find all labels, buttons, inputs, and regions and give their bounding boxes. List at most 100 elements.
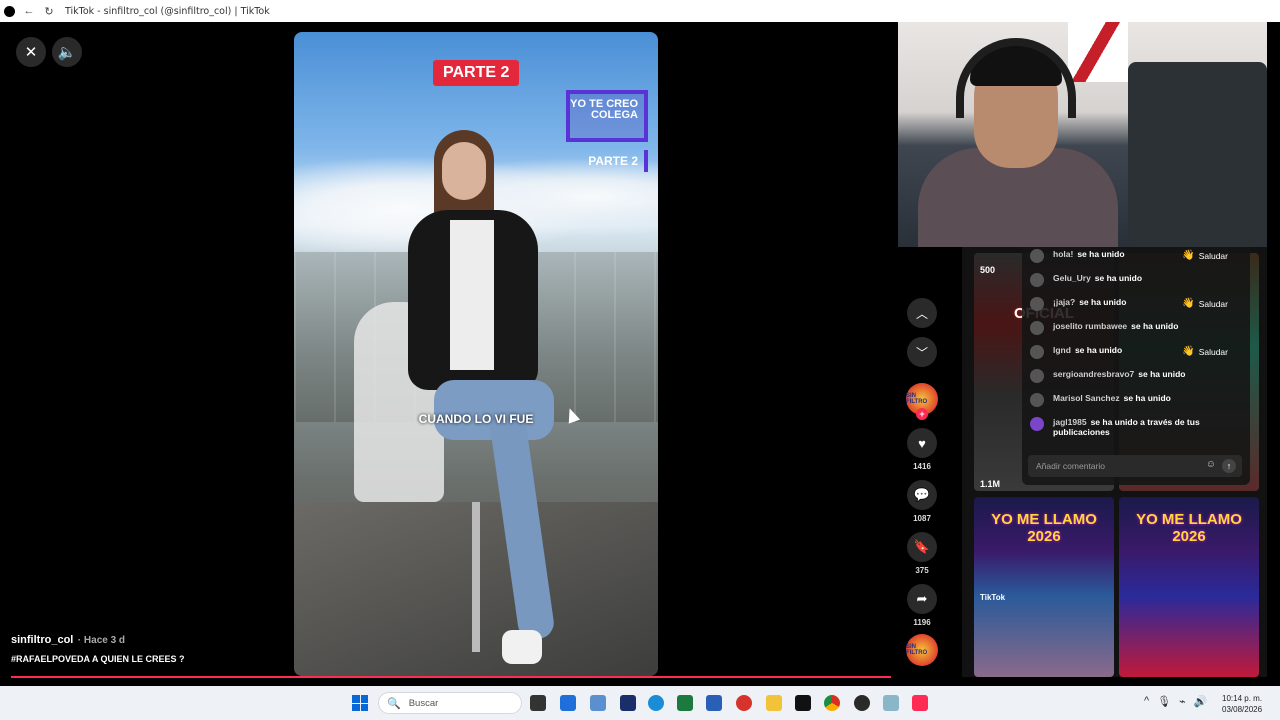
related-video-thumb[interactable]: YO ME LLAMO 2026 TikTok bbox=[974, 497, 1114, 677]
wave-icon: 👋 bbox=[1182, 250, 1195, 261]
bookmark-icon[interactable]: 🔖 bbox=[907, 532, 937, 562]
share-icon[interactable]: ➦ bbox=[907, 584, 937, 614]
thumb-views: 1.1M bbox=[980, 479, 1001, 489]
comment-action[interactable]: 💬 1087 bbox=[902, 480, 942, 523]
acrobat-icon[interactable] bbox=[736, 695, 752, 711]
wave-icon: 👋 bbox=[1182, 346, 1195, 357]
video-caption: CUANDO LO VI FUE bbox=[418, 412, 534, 426]
video-progress-bar[interactable] bbox=[11, 676, 891, 678]
microphone-icon[interactable]: 🎙 bbox=[1157, 695, 1171, 708]
clock-time: 10:14 p. m. bbox=[1222, 694, 1263, 703]
windows-taskbar: 🔍 Buscar ^ 🎙 ⌁ 🔊 10:14 p. m. 03/08/2026 bbox=[0, 686, 1280, 720]
sound-disc-avatar[interactable]: SIN FILTRO bbox=[906, 634, 938, 666]
chat-entry: joselito rumbawee se ha unido bbox=[1030, 321, 1178, 335]
user-avatar bbox=[1030, 417, 1044, 431]
chat-entry: sergioandresbravo7 se ha unido bbox=[1030, 369, 1186, 383]
comment-icon[interactable]: 💬 bbox=[907, 480, 937, 510]
folder-icon[interactable] bbox=[766, 695, 782, 711]
clock-date: 03/08/2026 bbox=[1222, 705, 1263, 714]
save-action[interactable]: 🔖 375 bbox=[902, 532, 942, 575]
video-description[interactable]: #RAFAELPOVEDA A QUIEN LE CREES ? bbox=[11, 654, 311, 664]
creator-avatar[interactable]: SIN FILTRO + bbox=[906, 383, 938, 420]
tiktok-live-icon[interactable] bbox=[912, 695, 928, 711]
comment-input[interactable]: Añadir comentario ☺ ↑ bbox=[1028, 455, 1242, 477]
user-avatar bbox=[1030, 393, 1044, 407]
greet-button[interactable]: 👋 Saludar bbox=[1182, 250, 1228, 261]
info-app-icon[interactable] bbox=[620, 695, 636, 711]
tiktok-app-icon[interactable] bbox=[795, 695, 811, 711]
taskbar-clock[interactable]: 10:14 p. m. 03/08/2026 bbox=[1222, 693, 1262, 715]
background-sofa bbox=[1128, 62, 1267, 247]
greet-button[interactable]: 👋 Saludar bbox=[1182, 298, 1228, 309]
author-username[interactable]: sinfiltro_col bbox=[11, 634, 73, 646]
browser-titlebar: ← ↻ TikTok - sinfiltro_col (@sinfiltro_c… bbox=[0, 0, 1280, 22]
chat-entry: lgnd se ha unido bbox=[1030, 345, 1122, 359]
headset-icon bbox=[956, 38, 1076, 118]
video-meta: sinfiltro_col · Hace 3 d #RAFAELPOVEDA A… bbox=[11, 630, 185, 664]
overlay-parte-small: PARTE 2 bbox=[576, 150, 648, 172]
next-video-button[interactable]: ﹀ bbox=[907, 337, 937, 367]
avatar-logo: SIN FILTRO bbox=[906, 393, 928, 405]
user-avatar bbox=[1030, 273, 1044, 287]
user-avatar bbox=[1030, 345, 1044, 359]
volume-icon: 🔈 bbox=[57, 44, 77, 61]
chat-entry: ¡jaja? se ha unido bbox=[1030, 297, 1126, 311]
search-icon: 🔍 bbox=[387, 697, 401, 710]
thumb-views: 500 bbox=[980, 265, 996, 275]
comment-count: 1087 bbox=[913, 514, 931, 523]
mute-button[interactable]: 🔈 bbox=[52, 37, 82, 67]
wall-poster bbox=[1068, 22, 1128, 82]
tiktok-favicon-icon bbox=[4, 5, 15, 17]
chevron-up-icon[interactable]: ^ bbox=[1144, 695, 1149, 708]
photos-icon[interactable] bbox=[590, 695, 606, 711]
user-avatar bbox=[1030, 249, 1044, 263]
excel-icon[interactable] bbox=[677, 695, 693, 711]
chrome-icon[interactable] bbox=[824, 695, 840, 711]
share-count: 1196 bbox=[913, 618, 931, 627]
video-player[interactable]: PARTE 2 YO TE CREO COLEGA PARTE 2 CUANDO… bbox=[294, 32, 658, 676]
save-count: 375 bbox=[915, 566, 929, 575]
sound-disc-logo: SIN FILTRO bbox=[906, 644, 928, 656]
app-icon[interactable] bbox=[883, 695, 899, 711]
share-action[interactable]: ➦ 1196 bbox=[902, 584, 942, 627]
webcam-overlay bbox=[898, 22, 1267, 247]
reload-icon[interactable]: ↻ bbox=[39, 0, 59, 22]
windows-start-icon[interactable] bbox=[352, 695, 368, 711]
thumb-banner: YO ME LLAMO 2026 bbox=[1136, 511, 1242, 545]
chat-entry: Marisol Sanchez se ha unido bbox=[1030, 393, 1171, 407]
send-icon[interactable]: ↑ bbox=[1222, 459, 1236, 473]
user-avatar bbox=[1030, 321, 1044, 335]
thumb-banner: YO ME LLAMO 2026 bbox=[991, 511, 1097, 545]
edge-icon[interactable] bbox=[648, 695, 664, 711]
thumb-tiktok-tag: TikTok bbox=[980, 593, 1006, 602]
greet-button[interactable]: 👋 Saludar bbox=[1182, 346, 1228, 357]
emoji-icon[interactable]: ☺ bbox=[1206, 459, 1216, 470]
store-icon[interactable] bbox=[560, 695, 576, 711]
wave-icon: 👋 bbox=[1182, 298, 1195, 309]
like-action[interactable]: ♥ 1416 bbox=[902, 428, 942, 471]
system-tray: ^ 🎙 ⌁ 🔊 bbox=[1144, 695, 1207, 708]
network-icon[interactable]: ⌁ bbox=[1179, 695, 1186, 708]
previous-video-button[interactable]: ︿ bbox=[907, 298, 937, 328]
speaker-icon[interactable]: 🔊 bbox=[1194, 695, 1208, 708]
heart-icon[interactable]: ♥ bbox=[907, 428, 937, 458]
obs-icon[interactable] bbox=[854, 695, 870, 711]
back-arrow-icon[interactable]: ← bbox=[19, 0, 39, 22]
chat-entry: hola! se ha unido bbox=[1030, 249, 1125, 263]
post-time: · Hace 3 d bbox=[77, 635, 126, 646]
related-video-thumb[interactable]: YO ME LLAMO 2026 bbox=[1119, 497, 1259, 677]
speaker-person bbox=[394, 130, 556, 670]
chevron-up-icon: ︿ bbox=[915, 306, 928, 321]
chat-entry: Gelu_Ury se ha unido bbox=[1030, 273, 1142, 287]
page-title: TikTok - sinfiltro_col (@sinfiltro_col) … bbox=[65, 5, 270, 17]
overlay-parte-badge: PARTE 2 bbox=[433, 60, 520, 86]
follow-plus-icon[interactable]: + bbox=[916, 408, 928, 420]
close-button[interactable]: ✕ bbox=[16, 37, 46, 67]
video-stage: ✕ 🔈 PARTE 2 YO TE CREO COLEGA PARTE 2 CU… bbox=[0, 22, 898, 686]
close-icon: ✕ bbox=[24, 44, 38, 61]
word-icon[interactable] bbox=[706, 695, 722, 711]
taskbar-search[interactable]: 🔍 Buscar bbox=[378, 692, 522, 714]
overlay-yo-te-creo: YO TE CREO COLEGA bbox=[566, 90, 648, 142]
chat-entry: jagl1985 se ha unido a través de tus publ… bbox=[1030, 417, 1230, 437]
task-view-icon[interactable] bbox=[530, 695, 546, 711]
